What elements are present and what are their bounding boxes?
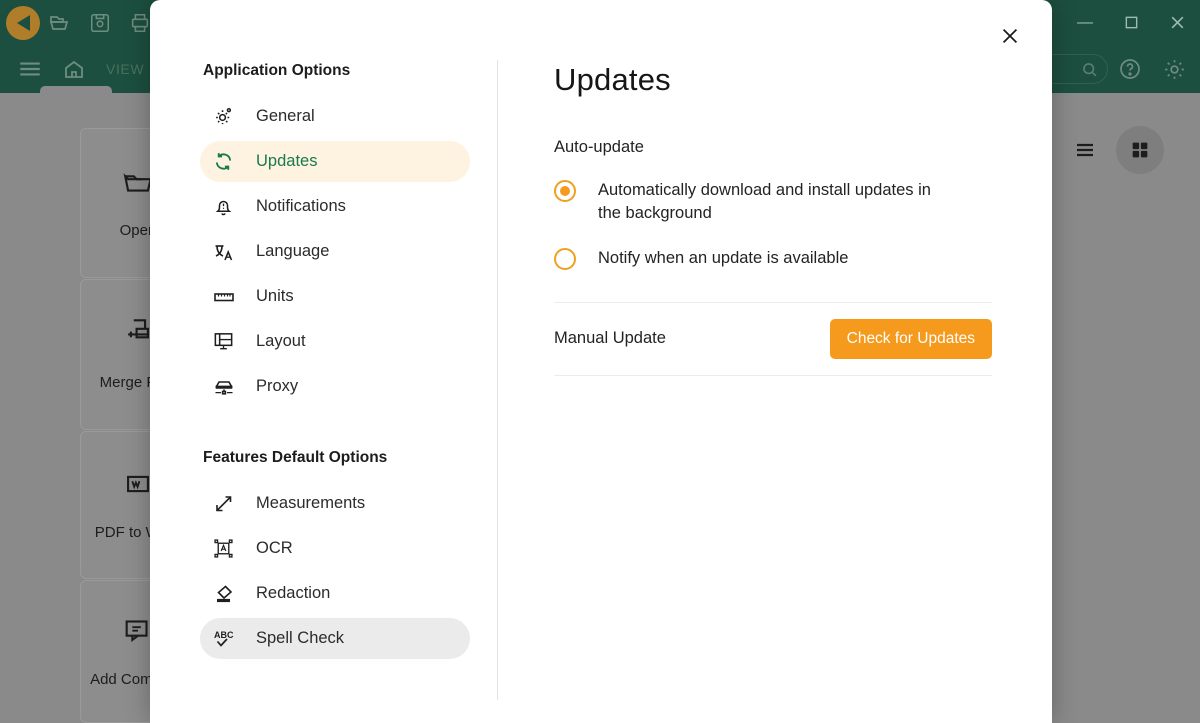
sidebar-item-label: Units <box>242 287 294 306</box>
measure-arrow-icon <box>212 492 242 516</box>
sidebar-item-label: Spell Check <box>242 629 344 648</box>
home-icon[interactable] <box>52 47 96 91</box>
sidebar-item-updates[interactable]: Updates <box>200 141 470 182</box>
radio-label: Notify when an update is available <box>576 247 848 270</box>
maximize-button[interactable] <box>1108 0 1154 45</box>
sidebar-item-label: Measurements <box>242 494 365 513</box>
radio-option-notify[interactable]: Notify when an update is available <box>554 247 992 270</box>
manual-update-label: Manual Update <box>554 329 666 348</box>
radio-button-notify[interactable] <box>554 248 576 270</box>
sidebar-item-language[interactable]: Language <box>200 231 470 272</box>
ocr-icon <box>212 537 242 560</box>
group-title-features-default-options: Features Default Options <box>150 449 498 467</box>
sidebar-item-measurements[interactable]: Measurements <box>200 483 470 524</box>
translate-icon <box>212 240 242 264</box>
sidebar-item-proxy[interactable]: Proxy <box>200 366 470 407</box>
app-logo-icon[interactable] <box>6 6 40 40</box>
close-window-button[interactable] <box>1154 0 1200 45</box>
options-content-panel: Updates Auto-update Automatically downlo… <box>498 0 1052 723</box>
sidebar-item-label: Redaction <box>242 584 330 603</box>
sidebar-item-ocr[interactable]: OCR <box>200 528 470 569</box>
server-icon <box>212 375 242 399</box>
dialog-body: Application Options General <box>150 0 1052 723</box>
save-icon[interactable] <box>80 3 120 43</box>
sidebar-item-redaction[interactable]: Redaction <box>200 573 470 614</box>
sidebar-item-label: Layout <box>242 332 306 351</box>
page-title: Updates <box>554 62 992 98</box>
sidebar-item-general[interactable]: General <box>200 96 470 137</box>
sidebar-item-label: General <box>242 107 315 126</box>
group-title-application-options: Application Options <box>150 62 498 80</box>
sidebar-item-label: Notifications <box>242 197 346 216</box>
options-dialog: Application Options General <box>150 0 1052 723</box>
radio-option-auto-download[interactable]: Automatically download and install updat… <box>554 179 992 225</box>
minimize-button[interactable]: — <box>1062 0 1108 45</box>
gear-icon <box>212 105 242 128</box>
sidebar-item-label: OCR <box>242 539 293 558</box>
bell-alert-icon <box>212 195 242 218</box>
window-controls: — <box>1062 0 1200 45</box>
abc-check-icon: ABC <box>212 627 242 651</box>
radio-label: Automatically download and install updat… <box>576 179 936 225</box>
sidebar-item-notifications[interactable]: Notifications <box>200 186 470 227</box>
open-folder-icon[interactable] <box>40 3 80 43</box>
ruler-icon <box>212 285 242 309</box>
svg-text:ABC: ABC <box>214 630 234 640</box>
sidebar-item-layout[interactable]: Layout <box>200 321 470 362</box>
gear-icon[interactable] <box>1152 47 1196 91</box>
radio-button-auto-download[interactable] <box>554 180 576 202</box>
active-tab-indicator <box>40 86 112 93</box>
sidebar-item-label: Language <box>242 242 329 261</box>
refresh-icon <box>212 150 242 173</box>
sidebar-item-units[interactable]: Units <box>200 276 470 317</box>
sidebar-item-label: Updates <box>242 152 317 171</box>
menubar-view-label[interactable]: VIEW <box>96 61 154 77</box>
eraser-icon <box>212 582 242 606</box>
divider-bottom <box>554 375 992 376</box>
check-for-updates-button[interactable]: Check for Updates <box>830 319 992 359</box>
hamburger-icon[interactable] <box>8 47 52 91</box>
help-icon[interactable] <box>1108 47 1152 91</box>
options-sidebar: Application Options General <box>150 0 498 723</box>
sidebar-item-label: Proxy <box>242 377 298 396</box>
layout-icon <box>212 330 242 353</box>
grid-view-icon[interactable] <box>1116 126 1164 174</box>
view-toggle-group <box>1068 126 1164 174</box>
manual-update-row: Manual Update Check for Updates <box>554 303 992 375</box>
sidebar-item-spell-check[interactable]: ABC Spell Check <box>200 618 470 659</box>
list-view-icon[interactable] <box>1068 133 1102 167</box>
auto-update-section-label: Auto-update <box>554 138 992 157</box>
